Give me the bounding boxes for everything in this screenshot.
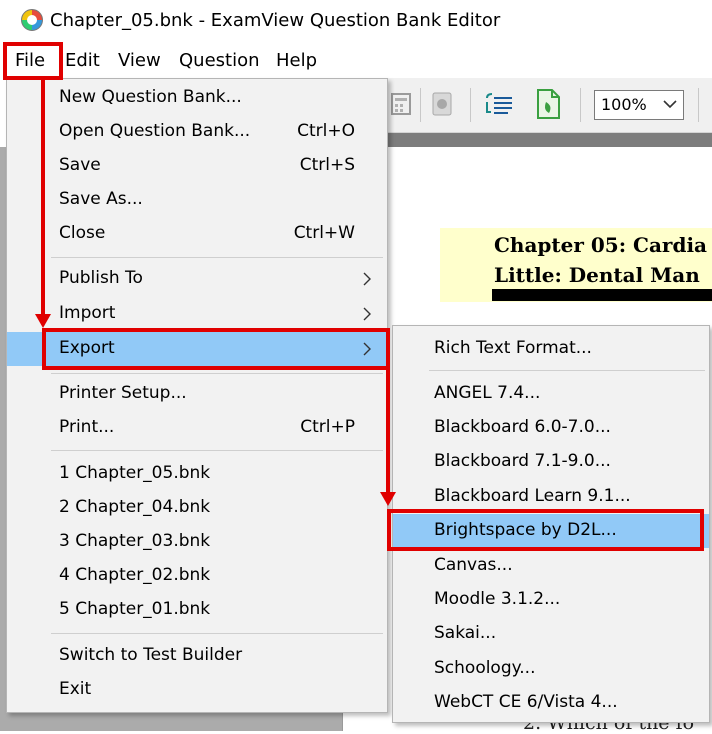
menu-item-shortcut: Ctrl+S bbox=[299, 155, 355, 175]
menu-item-label: ANGEL 7.4... bbox=[434, 383, 541, 403]
chapter-heading-line1: Chapter 05: Cardia bbox=[494, 233, 707, 257]
annotation-arrow-down-icon bbox=[380, 492, 396, 506]
menu-item-label: Printer Setup... bbox=[59, 383, 187, 403]
menu-item-label: 3 Chapter_03.bnk bbox=[59, 531, 211, 551]
toolbar-separator bbox=[420, 88, 421, 122]
zoom-select[interactable]: 100% bbox=[594, 90, 684, 120]
menu-item-label: Exit bbox=[59, 679, 92, 699]
chevron-right-icon bbox=[363, 342, 371, 356]
menu-item-print[interactable]: Print... Ctrl+P bbox=[7, 413, 387, 443]
export-item-rich-text-format[interactable]: Rich Text Format... bbox=[393, 334, 709, 364]
menu-item-new-question-bank[interactable]: New Question Bank... bbox=[7, 83, 387, 113]
recent-file-item[interactable]: 5 Chapter_01.bnk bbox=[7, 595, 387, 625]
menu-item-label: Moodle 3.1.2... bbox=[434, 589, 561, 609]
zoom-value: 100% bbox=[601, 95, 647, 114]
menu-question[interactable]: Question bbox=[179, 50, 260, 71]
record-icon[interactable] bbox=[430, 92, 454, 116]
file-menu: New Question Bank... Open Question Bank.… bbox=[6, 78, 388, 713]
reorder-list-icon[interactable] bbox=[484, 92, 516, 116]
green-document-icon[interactable] bbox=[534, 88, 562, 120]
menu-item-save-as[interactable]: Save As... bbox=[7, 185, 387, 215]
menu-item-label: Sakai... bbox=[434, 623, 497, 643]
export-item-blackboard-learn[interactable]: Blackboard Learn 9.1... bbox=[393, 482, 709, 512]
export-item-angel[interactable]: ANGEL 7.4... bbox=[393, 379, 709, 409]
menu-item-switch-to-test-builder[interactable]: Switch to Test Builder bbox=[7, 641, 387, 671]
chevron-right-icon bbox=[363, 307, 371, 321]
toolbar-separator bbox=[470, 88, 471, 122]
menu-file[interactable]: File bbox=[15, 50, 45, 71]
menu-item-label: Open Question Bank... bbox=[59, 121, 251, 141]
heading-rule bbox=[492, 289, 712, 301]
menu-edit[interactable]: Edit bbox=[65, 50, 100, 71]
menu-bar: File Edit View Question Help bbox=[0, 42, 712, 78]
annotation-arrow-down-icon bbox=[35, 314, 51, 328]
menu-item-exit[interactable]: Exit bbox=[7, 675, 387, 705]
calculator-icon[interactable] bbox=[390, 92, 412, 116]
toolbar-separator bbox=[698, 88, 699, 122]
toolbar: 100% bbox=[388, 78, 712, 133]
menu-item-close[interactable]: Close Ctrl+W bbox=[7, 219, 387, 249]
menu-item-label: 5 Chapter_01.bnk bbox=[59, 599, 211, 619]
export-item-brightspace[interactable]: Brightspace by D2L... bbox=[393, 514, 709, 548]
menu-item-open-question-bank[interactable]: Open Question Bank... Ctrl+O bbox=[7, 117, 387, 147]
menu-item-label: Publish To bbox=[59, 268, 143, 288]
menu-item-label: Print... bbox=[59, 417, 115, 437]
export-item-blackboard-6[interactable]: Blackboard 6.0-7.0... bbox=[393, 413, 709, 443]
menu-separator bbox=[51, 373, 383, 374]
menu-help[interactable]: Help bbox=[276, 50, 317, 71]
export-item-blackboard-7[interactable]: Blackboard 7.1-9.0... bbox=[393, 447, 709, 477]
export-item-schoology[interactable]: Schoology... bbox=[393, 654, 709, 684]
menu-item-label: Canvas... bbox=[434, 555, 513, 575]
chevron-right-icon bbox=[363, 272, 371, 286]
menu-item-label: New Question Bank... bbox=[59, 87, 242, 107]
menu-item-label: Switch to Test Builder bbox=[59, 645, 243, 665]
menu-item-label: Close bbox=[59, 223, 106, 243]
menu-item-label: Blackboard 7.1-9.0... bbox=[434, 451, 611, 471]
menu-item-label: Rich Text Format... bbox=[434, 338, 592, 358]
menu-item-import[interactable]: Import bbox=[7, 299, 387, 329]
menu-item-shortcut: Ctrl+O bbox=[297, 121, 355, 141]
menu-item-label: WebCT CE 6/Vista 4... bbox=[434, 692, 618, 712]
recent-file-item[interactable]: 4 Chapter_02.bnk bbox=[7, 561, 387, 591]
menu-separator bbox=[51, 633, 383, 634]
examview-app-icon bbox=[21, 9, 43, 31]
menu-item-publish-to[interactable]: Publish To bbox=[7, 264, 387, 294]
menu-view[interactable]: View bbox=[118, 50, 161, 71]
window-title: Chapter_05.bnk - ExamView Question Bank … bbox=[50, 10, 501, 31]
export-item-sakai[interactable]: Sakai... bbox=[393, 619, 709, 649]
menu-separator bbox=[429, 370, 705, 371]
title-bar: Chapter_05.bnk - ExamView Question Bank … bbox=[0, 0, 712, 42]
recent-file-item[interactable]: 2 Chapter_04.bnk bbox=[7, 493, 387, 523]
menu-item-label: 2 Chapter_04.bnk bbox=[59, 497, 211, 517]
document-top-border bbox=[388, 133, 712, 147]
toolbar-separator bbox=[580, 88, 581, 122]
export-submenu: Rich Text Format... ANGEL 7.4... Blackbo… bbox=[392, 325, 710, 723]
menu-item-export[interactable]: Export bbox=[7, 332, 387, 366]
menu-item-label: Blackboard 6.0-7.0... bbox=[434, 417, 611, 437]
menu-item-label: 1 Chapter_05.bnk bbox=[59, 463, 211, 483]
menu-item-label: Export bbox=[59, 338, 115, 358]
chevron-down-icon bbox=[663, 100, 677, 109]
menu-item-label: Save bbox=[59, 155, 101, 175]
menu-item-printer-setup[interactable]: Printer Setup... bbox=[7, 379, 387, 409]
menu-separator bbox=[51, 450, 383, 451]
menu-item-label: Blackboard Learn 9.1... bbox=[434, 486, 631, 506]
menu-item-label: Save As... bbox=[59, 189, 143, 209]
menu-item-save[interactable]: Save Ctrl+S bbox=[7, 151, 387, 181]
chapter-heading-line2: Little: Dental Man bbox=[494, 263, 700, 287]
export-item-webct[interactable]: WebCT CE 6/Vista 4... bbox=[393, 688, 709, 718]
menu-item-label: Import bbox=[59, 303, 116, 323]
export-item-canvas[interactable]: Canvas... bbox=[393, 551, 709, 581]
menu-separator bbox=[51, 257, 383, 258]
menu-item-label: Brightspace by D2L... bbox=[434, 520, 617, 540]
export-item-moodle[interactable]: Moodle 3.1.2... bbox=[393, 585, 709, 615]
menu-item-label: Schoology... bbox=[434, 658, 536, 678]
recent-file-item[interactable]: 3 Chapter_03.bnk bbox=[7, 527, 387, 557]
menu-item-shortcut: Ctrl+P bbox=[300, 417, 355, 437]
menu-item-shortcut: Ctrl+W bbox=[293, 223, 355, 243]
menu-item-label: 4 Chapter_02.bnk bbox=[59, 565, 211, 585]
recent-file-item[interactable]: 1 Chapter_05.bnk bbox=[7, 459, 387, 489]
